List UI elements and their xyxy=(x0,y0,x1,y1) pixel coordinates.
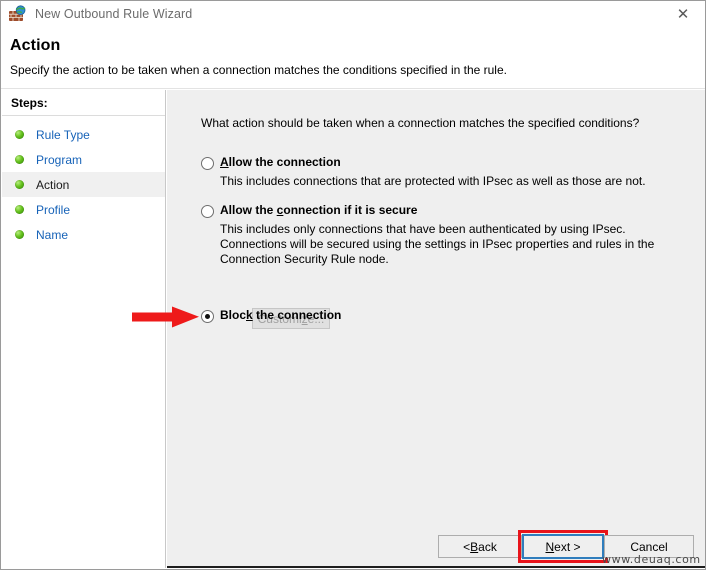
close-icon[interactable]: ✕ xyxy=(661,1,705,27)
firewall-globe-icon xyxy=(8,5,26,23)
next-button[interactable]: Next > xyxy=(522,534,604,559)
steps-divider xyxy=(2,115,165,116)
green-bullet-icon xyxy=(15,230,24,239)
radio-block-connection[interactable] xyxy=(201,310,214,323)
option-label: Allow the connection if it is secure xyxy=(220,203,417,217)
green-bullet-icon xyxy=(15,205,24,214)
wizard-header: Action Specify the action to be taken wh… xyxy=(1,27,705,89)
steps-list: Rule Type Program Action Profile Name xyxy=(2,122,165,247)
sidebar-item-profile[interactable]: Profile xyxy=(2,197,165,222)
sidebar-item-name[interactable]: Name xyxy=(2,222,165,247)
watermark: www.deuaq.com xyxy=(602,553,701,566)
back-button[interactable]: < Back xyxy=(438,535,522,558)
sidebar-item-label: Rule Type xyxy=(36,128,90,142)
sidebar-item-program[interactable]: Program xyxy=(2,147,165,172)
wizard-window: New Outbound Rule Wizard ✕ Action Specif… xyxy=(0,0,706,570)
red-arrow-annotation-icon xyxy=(132,306,200,328)
steps-label: Steps: xyxy=(11,96,48,110)
steps-sidebar: Steps: Rule Type Program Action Profile xyxy=(2,90,166,568)
option-label: Block the connection xyxy=(220,308,341,322)
green-bullet-icon xyxy=(15,130,24,139)
option-description: This includes connections that are prote… xyxy=(220,174,690,189)
title-bar: New Outbound Rule Wizard ✕ xyxy=(1,1,705,27)
sidebar-item-action[interactable]: Action xyxy=(2,172,165,197)
header-divider xyxy=(1,88,705,89)
content-panel: What action should be taken when a conne… xyxy=(167,90,706,568)
page-subtitle: Specify the action to be taken when a co… xyxy=(10,63,507,77)
sidebar-item-label: Name xyxy=(36,228,68,242)
sidebar-item-label: Profile xyxy=(36,203,70,217)
radio-allow-connection[interactable] xyxy=(201,157,214,170)
option-description: This includes only connections that have… xyxy=(220,222,672,267)
green-bullet-icon xyxy=(15,180,24,189)
green-bullet-icon xyxy=(15,155,24,164)
sidebar-item-label: Program xyxy=(36,153,82,167)
sidebar-item-rule-type[interactable]: Rule Type xyxy=(2,122,165,147)
radio-allow-if-secure[interactable] xyxy=(201,205,214,218)
sidebar-item-label: Action xyxy=(36,178,69,192)
option-label: Allow the connection xyxy=(220,155,341,169)
window-title: New Outbound Rule Wizard xyxy=(35,7,192,21)
question-text: What action should be taken when a conne… xyxy=(201,116,639,130)
page-title: Action xyxy=(10,37,60,55)
